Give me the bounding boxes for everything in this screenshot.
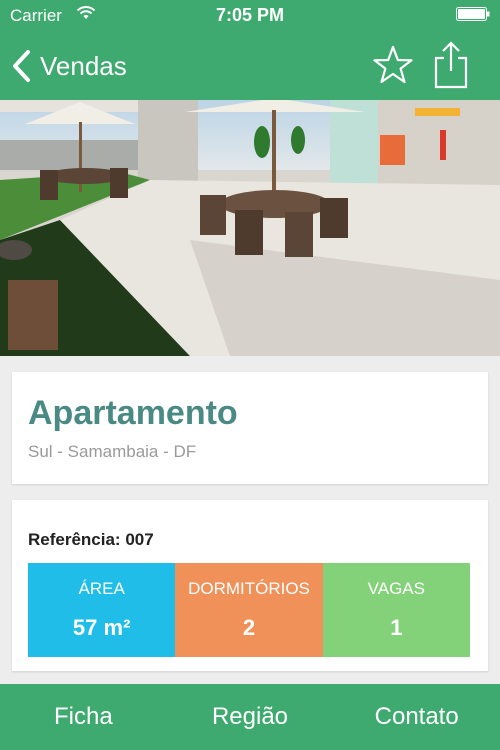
chevron-left-icon: [13, 50, 30, 82]
property-title: Apartamento: [28, 394, 238, 432]
status-bar: Carrier 7:05 PM: [0, 0, 500, 32]
status-time: 7:05 PM: [215, 5, 285, 25]
bedrooms-tile: DORMITÓRIOS 2: [175, 563, 323, 657]
property-location: Sul - Samambaia - DF: [28, 442, 197, 461]
parking-label: VAGAS: [367, 579, 425, 598]
property-photo: [0, 100, 500, 356]
bedrooms-value: 2: [242, 615, 256, 640]
bottom-tab-bar: Ficha Região Contato: [0, 684, 500, 750]
property-photo-image: [0, 100, 500, 356]
battery-icon: [456, 7, 490, 21]
tab-regiao[interactable]: Região: [167, 684, 334, 750]
share-icon[interactable]: [432, 40, 470, 90]
property-title-card: Apartamento Sul - Samambaia - DF: [12, 372, 488, 484]
reference-label: Referência:: [28, 530, 121, 549]
reference-row: Referência: 007: [28, 530, 154, 550]
area-label: ÁREA: [78, 579, 125, 598]
favorite-star-icon[interactable]: [372, 44, 414, 86]
area-value: 57 m²: [72, 615, 131, 640]
tab-contato[interactable]: Contato: [333, 684, 500, 750]
property-info-card: Referência: 007 ÁREA 57 m² DORMITÓRIOS 2…: [12, 500, 488, 671]
area-tile: ÁREA 57 m²: [28, 563, 176, 657]
back-button[interactable]: Vendas: [10, 46, 127, 86]
tab-ficha[interactable]: Ficha: [0, 684, 167, 750]
reference-value: 007: [125, 530, 154, 549]
parking-tile: VAGAS 1: [322, 563, 470, 657]
stats-tiles: ÁREA 57 m² DORMITÓRIOS 2 VAGAS 1: [28, 563, 470, 657]
back-button-label: Vendas: [40, 50, 127, 81]
parking-value: 1: [390, 615, 403, 640]
navigation-bar: Vendas: [0, 32, 500, 100]
bedrooms-label: DORMITÓRIOS: [188, 579, 310, 598]
